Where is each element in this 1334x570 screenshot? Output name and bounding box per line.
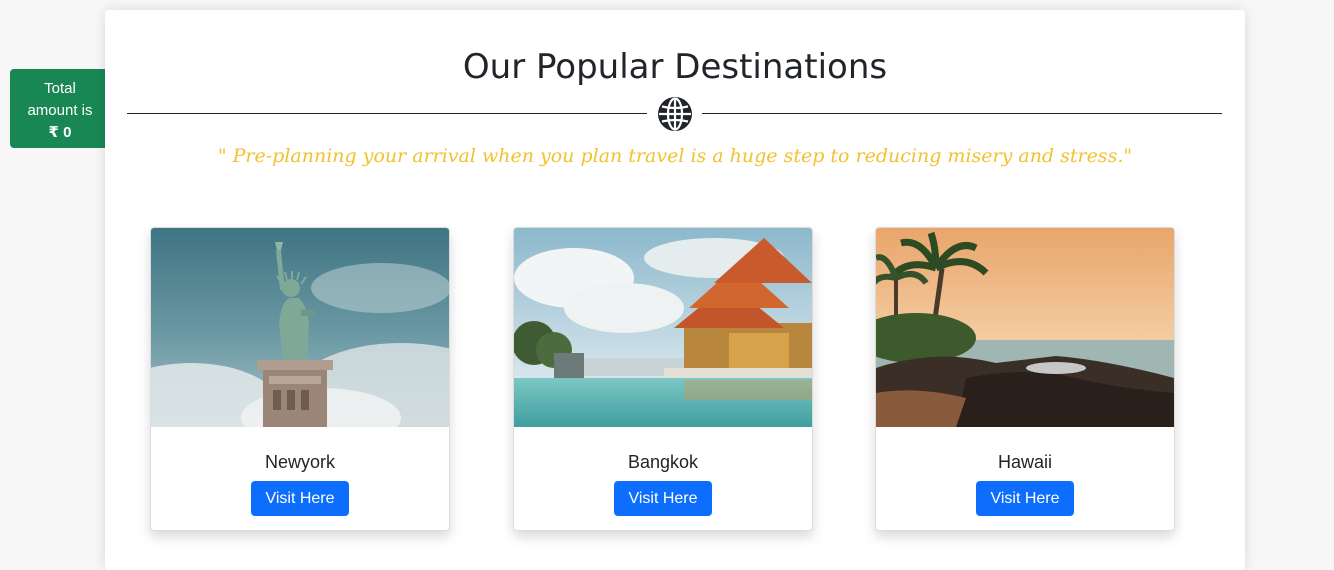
divider-right <box>702 113 1222 114</box>
globe-icon <box>658 97 692 131</box>
visit-button-hawaii[interactable]: Visit Here <box>976 481 1074 516</box>
destination-name: Bangkok <box>627 452 699 472</box>
page-title: Our Popular Destinations <box>462 47 888 87</box>
visit-button-bangkok[interactable]: Visit Here <box>614 481 712 516</box>
destination-image-hawaii <box>876 228 1174 427</box>
visit-button-newyork[interactable]: Visit Here <box>251 481 349 516</box>
travel-quote: " Pre-planning your arrival when you pla… <box>217 145 1133 167</box>
destination-name: Hawaii <box>997 452 1053 472</box>
destination-card-hawaii: Hawaii Visit Here <box>875 227 1175 531</box>
destination-name: Newyork <box>264 452 335 472</box>
destination-image-newyork <box>151 228 449 427</box>
total-label-line2: amount is <box>27 102 93 119</box>
destination-card-bangkok: Bangkok Visit Here <box>513 227 813 531</box>
divider-left <box>127 113 647 114</box>
total-amount-badge: Total amount is ₹ 0 <box>10 69 110 148</box>
destinations-section: Our Popular Destinations " Pre-planning … <box>105 10 1245 570</box>
destination-image-bangkok <box>514 228 812 427</box>
destination-card-newyork: Newyork Visit Here <box>150 227 450 531</box>
total-label-line1: Total <box>44 80 76 97</box>
total-amount-value: ₹ 0 <box>48 124 72 141</box>
